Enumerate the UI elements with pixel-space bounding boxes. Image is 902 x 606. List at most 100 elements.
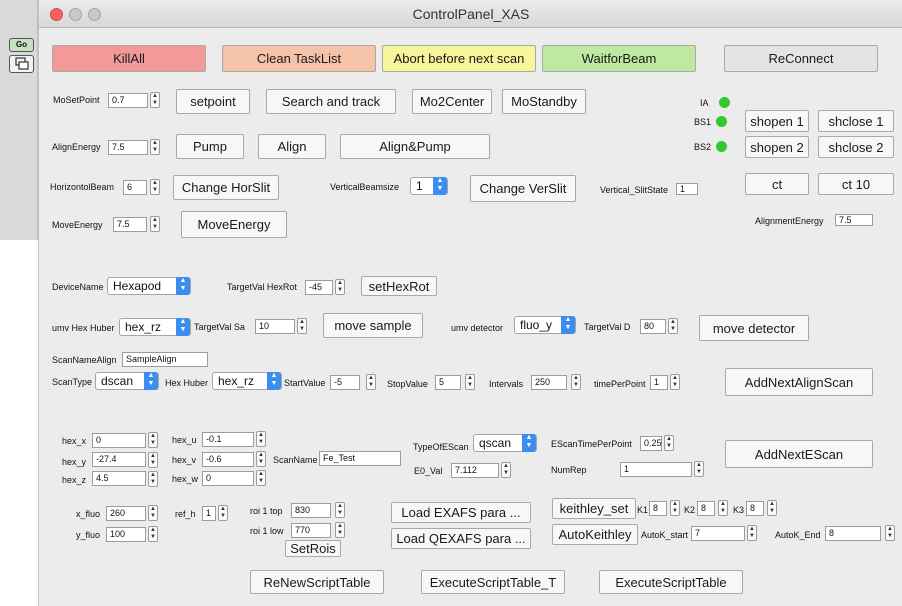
k2-stepper[interactable]: ▲ ▼ — [718, 500, 728, 516]
autokeithley-button[interactable]: AutoKeithley — [552, 524, 638, 545]
search-and-track-button[interactable]: Search and track — [266, 89, 396, 114]
x-fluo-stepper[interactable]: ▲ ▼ — [148, 505, 158, 521]
setrois-button[interactable]: SetRois — [285, 540, 341, 557]
e0-val-stepper[interactable]: ▲ ▼ — [501, 462, 511, 478]
roi1-low-field[interactable]: 770 — [291, 523, 331, 538]
shclose2-button[interactable]: shclose 2 — [818, 136, 894, 158]
stopvalue-field[interactable]: 5 — [435, 375, 461, 390]
intervals-field[interactable]: 250 — [531, 375, 567, 390]
numrep-stepper[interactable]: ▲ ▼ — [694, 461, 704, 477]
hex-z-stepper[interactable]: ▲ ▼ — [148, 471, 158, 487]
shopen2-button[interactable]: shopen 2 — [745, 136, 809, 158]
killall-button[interactable]: KillAll — [52, 45, 206, 72]
stopvalue-stepper[interactable]: ▲ ▼ — [465, 374, 475, 390]
k1-field[interactable]: 8 — [649, 501, 667, 516]
hex-u-stepper[interactable]: ▲ ▼ — [256, 431, 266, 447]
addnextalignscan-button[interactable]: AddNextAlignScan — [725, 368, 873, 396]
alignenergy-field[interactable]: 7.5 — [108, 140, 148, 155]
close-window-icon[interactable] — [50, 8, 63, 21]
hex-v-stepper[interactable]: ▲ ▼ — [256, 451, 266, 467]
moveenergy-button[interactable]: MoveEnergy — [181, 211, 287, 238]
devicename-select[interactable]: Hexapod ▲ ▼ — [107, 277, 191, 295]
escantimeperpoint-field[interactable]: 0.25 — [640, 436, 662, 451]
hex-w-stepper[interactable]: ▲ ▼ — [256, 470, 266, 486]
roi1-top-field[interactable]: 830 — [291, 503, 331, 518]
x-fluo-field[interactable]: 260 — [106, 506, 146, 521]
align-and-pump-button[interactable]: Align&Pump — [340, 134, 490, 159]
targetval-sa-stepper[interactable]: ▲ ▼ — [297, 318, 307, 334]
y-fluo-stepper[interactable]: ▲ ▼ — [148, 526, 158, 542]
ref-h-stepper[interactable]: ▲ ▼ — [218, 505, 228, 521]
move-sample-button[interactable]: move sample — [323, 313, 423, 338]
mosetpoint-stepper[interactable]: ▲ ▼ — [150, 92, 160, 108]
hex-v-field[interactable]: -0.6 — [202, 452, 254, 467]
moveenergy-field[interactable]: 7.5 — [113, 217, 147, 232]
scan-hex-huber-select[interactable]: hex_rz ▲ ▼ — [212, 372, 282, 390]
horizontalbeam-stepper[interactable]: ▲ ▼ — [150, 179, 160, 195]
addnextescan-button[interactable]: AddNextEScan — [725, 440, 873, 468]
hex-x-field[interactable]: 0 — [92, 433, 146, 448]
hex-y-field[interactable]: -27.4 — [92, 452, 146, 467]
autok-end-stepper[interactable]: ▲ ▼ — [885, 525, 895, 541]
change-verslit-button[interactable]: Change VerSlit — [470, 175, 576, 202]
targetval-hexrot-field[interactable]: -45 — [305, 280, 333, 295]
hex-z-field[interactable]: 4.5 — [92, 471, 146, 486]
startvalue-field[interactable]: -5 — [330, 375, 360, 390]
verticalbeamsize-select[interactable]: 1 ▲ ▼ — [410, 177, 448, 195]
autok-start-field[interactable]: 7 — [691, 526, 745, 541]
abort-button[interactable]: Abort before next scan — [382, 45, 536, 72]
change-horslit-button[interactable]: Change HorSlit — [173, 175, 279, 200]
load-qexafs-button[interactable]: Load QEXAFS para ... — [391, 528, 531, 549]
waitforbeam-button[interactable]: WaitforBeam — [542, 45, 696, 72]
clean-tasklist-button[interactable]: Clean TaskList — [222, 45, 376, 72]
startvalue-stepper[interactable]: ▲ ▼ — [366, 374, 376, 390]
load-exafs-button[interactable]: Load EXAFS para ... — [391, 502, 531, 523]
targetval-hexrot-stepper[interactable]: ▲ ▼ — [335, 279, 345, 295]
mo2center-button[interactable]: Mo2Center — [412, 89, 492, 114]
move-detector-button[interactable]: move detector — [699, 315, 809, 341]
horizontalbeam-field[interactable]: 6 — [123, 180, 147, 195]
moveenergy-stepper[interactable]: ▲ ▼ — [150, 216, 160, 232]
shclose1-button[interactable]: shclose 1 — [818, 110, 894, 132]
intervals-stepper[interactable]: ▲ ▼ — [571, 374, 581, 390]
k3-stepper[interactable]: ▲ ▼ — [767, 500, 777, 516]
align-button[interactable]: Align — [258, 134, 326, 159]
scanname-field[interactable]: Fe_Test — [319, 451, 401, 466]
k1-stepper[interactable]: ▲ ▼ — [670, 500, 680, 516]
alignenergy-stepper[interactable]: ▲ ▼ — [150, 139, 160, 155]
umv-detector-select[interactable]: fluo_y ▲ ▼ — [514, 316, 576, 334]
e0-val-field[interactable]: 7.112 — [451, 463, 499, 478]
scantype-select[interactable]: dscan ▲ ▼ — [95, 372, 159, 390]
scannamealign-field[interactable]: SampleAlign — [122, 352, 208, 367]
ct10-button[interactable]: ct 10 — [818, 173, 894, 195]
renewscripttable-button[interactable]: ReNewScriptTable — [250, 570, 384, 594]
ref-h-field[interactable]: 1 — [202, 506, 216, 521]
y-fluo-field[interactable]: 100 — [106, 527, 146, 542]
ct-button[interactable]: ct — [745, 173, 809, 195]
timeperpoint-stepper[interactable]: ▲ ▼ — [670, 374, 680, 390]
targetval-sa-field[interactable]: 10 — [255, 319, 295, 334]
sethexrot-button[interactable]: setHexRot — [361, 276, 437, 296]
typeofescan-select[interactable]: qscan ▲ ▼ — [473, 434, 537, 452]
hex-u-field[interactable]: -0.1 — [202, 432, 254, 447]
keithley-set-button[interactable]: keithley_set — [552, 498, 636, 519]
hex-y-stepper[interactable]: ▲ ▼ — [148, 452, 158, 468]
minimize-window-icon[interactable] — [69, 8, 82, 21]
go-button[interactable]: Go — [9, 38, 34, 52]
zoom-window-icon[interactable] — [88, 8, 101, 21]
pump-button[interactable]: Pump — [176, 134, 244, 159]
hex-x-stepper[interactable]: ▲ ▼ — [148, 432, 158, 448]
targetval-d-stepper[interactable]: ▲ ▼ — [668, 318, 678, 334]
window-icon-button[interactable] — [9, 55, 34, 73]
reconnect-button[interactable]: ReConnect — [724, 45, 878, 72]
mostandby-button[interactable]: MoStandby — [502, 89, 586, 114]
numrep-field[interactable]: 1 — [620, 462, 692, 477]
umv-hex-huber-select[interactable]: hex_rz ▲ ▼ — [119, 318, 191, 336]
executescripttable-t-button[interactable]: ExecuteScriptTable_T — [421, 570, 565, 594]
roi1-low-stepper[interactable]: ▲ ▼ — [335, 522, 345, 538]
executescripttable-button[interactable]: ExecuteScriptTable — [599, 570, 743, 594]
mosetpoint-field[interactable]: 0.7 — [108, 93, 148, 108]
hex-w-field[interactable]: 0 — [202, 471, 254, 486]
escantimeperpoint-stepper[interactable]: ▲ ▼ — [664, 435, 674, 451]
setpoint-button[interactable]: setpoint — [176, 89, 250, 114]
